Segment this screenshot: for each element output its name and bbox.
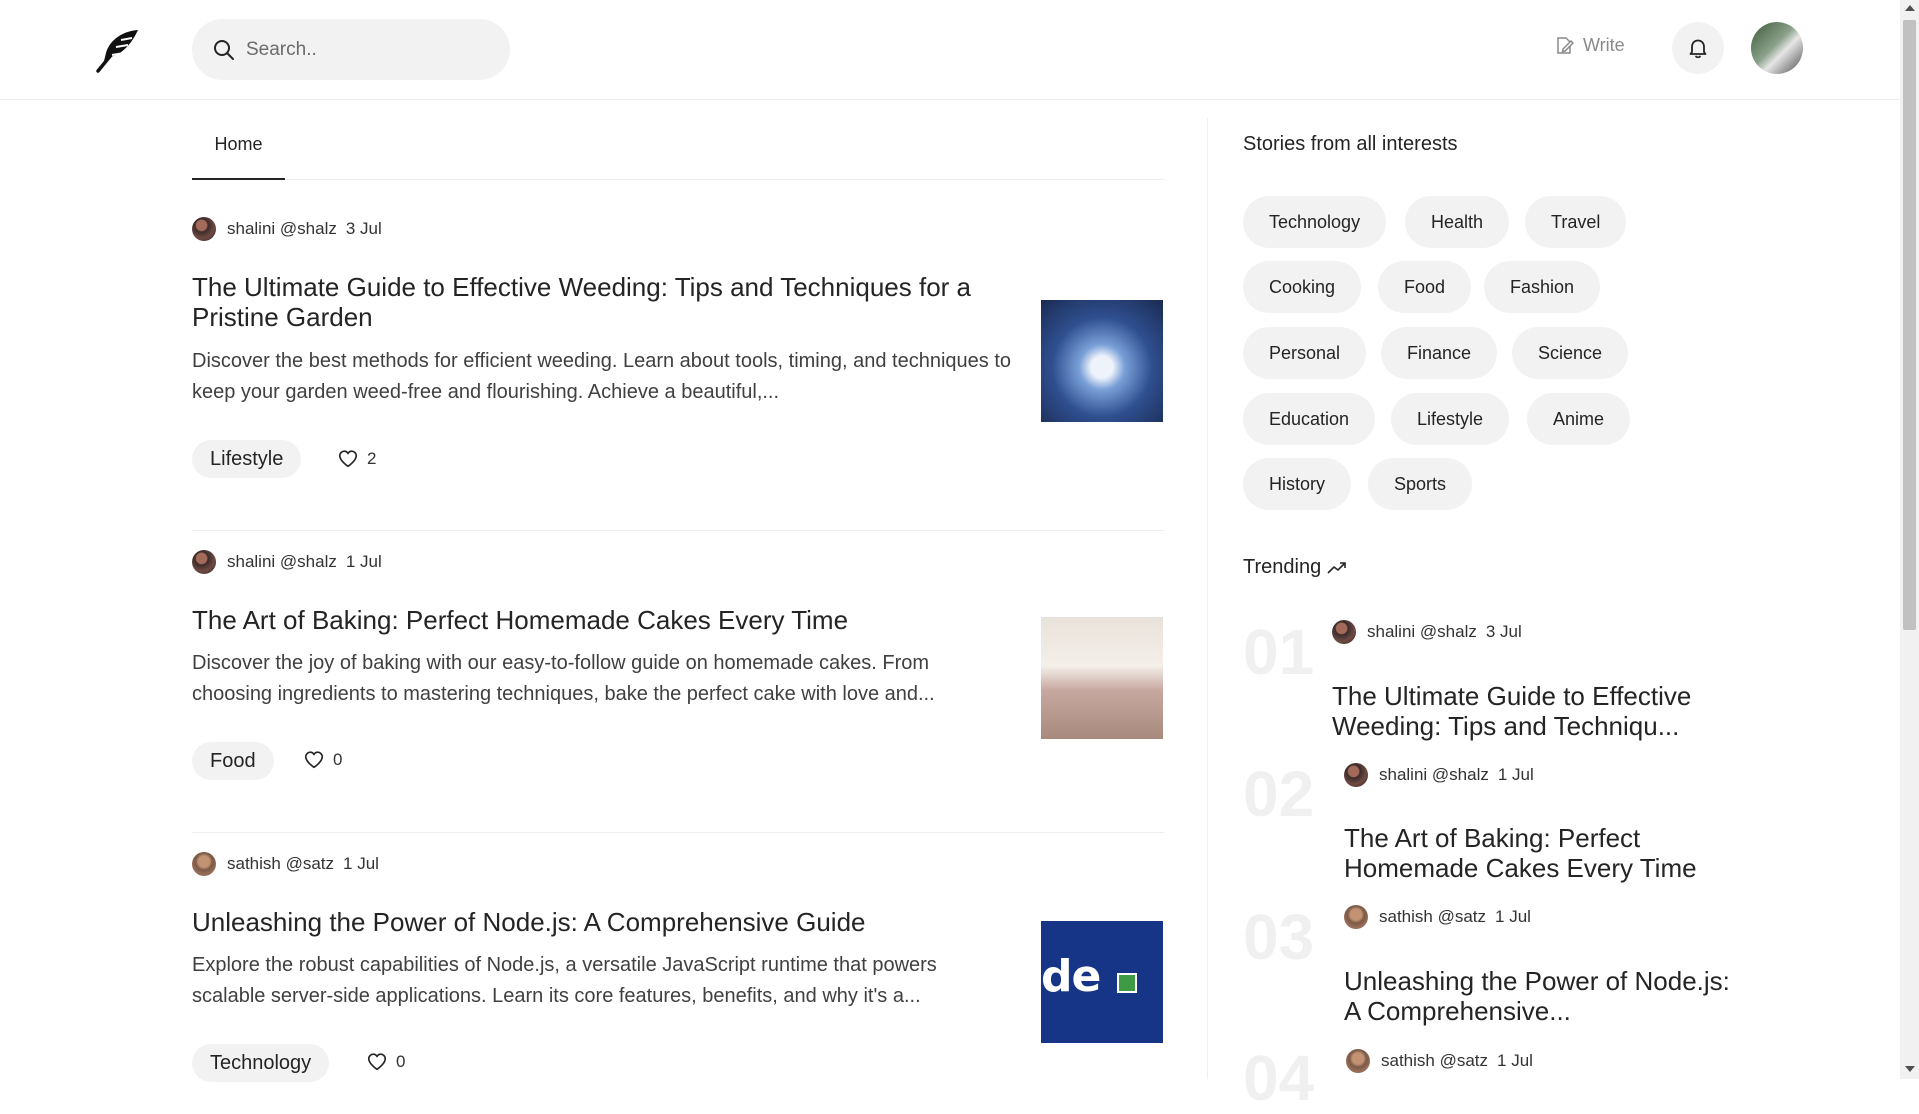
author-name[interactable]: shalini @shalz <box>227 552 337 572</box>
author-avatar[interactable] <box>192 550 216 574</box>
post-card: shalini @shalz 3 Jul The Ultimate Guide … <box>192 216 1164 478</box>
feather-logo-icon[interactable] <box>94 27 142 73</box>
author-avatar[interactable] <box>1346 1049 1370 1073</box>
interest-chip-science[interactable]: Science <box>1512 327 1629 379</box>
like-button[interactable]: 0 <box>366 1051 405 1073</box>
post-card: shalini @shalz 1 Jul The Art of Baking: … <box>192 549 1164 780</box>
post-date: 1 Jul <box>1497 1051 1533 1070</box>
author-avatar[interactable] <box>192 217 216 241</box>
notifications-button[interactable] <box>1672 22 1724 74</box>
interest-chip-travel[interactable]: Travel <box>1525 196 1627 248</box>
post-meta: sathish @satz 1 Jul <box>192 851 1164 877</box>
interest-chip-lifestyle[interactable]: Lifestyle <box>1391 393 1510 445</box>
search-bar[interactable] <box>192 19 510 80</box>
author-name[interactable]: sathish @satz <box>227 854 334 874</box>
post-title[interactable]: Unleashing the Power of Node.js: A Compr… <box>192 907 1012 937</box>
post-meta: shalini @shalz 3 Jul <box>192 216 1164 242</box>
post-tag[interactable]: Lifestyle <box>192 440 302 478</box>
post-title[interactable]: The Art of Baking: Perfect Homemade Cake… <box>192 605 1012 635</box>
like-button[interactable]: 2 <box>337 448 376 470</box>
heart-icon <box>367 1053 387 1071</box>
post-divider <box>192 832 1164 833</box>
trending-meta: shalini @shalz 3 Jul <box>1332 620 1522 644</box>
post-divider <box>192 530 1164 531</box>
like-count: 2 <box>367 449 377 468</box>
interest-chip-sports[interactable]: Sports <box>1368 458 1473 510</box>
trending-meta: sathish @satz 1 Jul <box>1346 1049 1533 1073</box>
search-icon <box>214 39 234 60</box>
user-avatar[interactable] <box>1751 22 1803 74</box>
trending-title: Trending <box>1243 556 1322 578</box>
interest-chip-personal[interactable]: Personal <box>1243 327 1367 379</box>
interest-chip-fashion[interactable]: Fashion <box>1484 261 1601 313</box>
trending-rank: 02 <box>1243 758 1315 830</box>
trending-title-link[interactable]: Unleashing the Power of Node.js: A Compr… <box>1344 966 1734 1026</box>
feed-tabs: Home <box>192 120 1164 180</box>
trending-rank: 04 <box>1243 1042 1315 1114</box>
post-meta: shalini @shalz 1 Jul <box>192 549 1164 575</box>
heart-icon <box>304 751 324 769</box>
author-avatar[interactable] <box>192 852 216 876</box>
tab-home[interactable]: Home <box>192 120 285 180</box>
post-date: 3 Jul <box>345 219 382 238</box>
post-title[interactable]: The Ultimate Guide to Effective Weeding:… <box>192 272 1012 332</box>
author-name[interactable]: sathish @satz <box>1381 1051 1488 1071</box>
interest-chip-health[interactable]: Health <box>1405 196 1510 248</box>
post-date: 1 Jul <box>1495 907 1531 926</box>
trending-heading: Trending <box>1243 556 1347 579</box>
scroll-down-icon[interactable] <box>1905 1066 1915 1072</box>
author-name[interactable]: shalini @shalz <box>227 219 337 239</box>
write-button[interactable]: Write <box>1555 35 1625 56</box>
interest-chip-education[interactable]: Education <box>1243 393 1376 445</box>
post-date: 3 Jul <box>1485 622 1522 641</box>
trending-title-link[interactable]: The Ultimate Guide to Effective Weeding:… <box>1332 681 1722 741</box>
top-header: Write <box>0 0 1900 100</box>
scrollbar-thumb[interactable] <box>1903 20 1916 630</box>
interest-chip-finance[interactable]: Finance <box>1381 327 1498 379</box>
interest-chip-food[interactable]: Food <box>1378 261 1472 313</box>
trending-up-icon <box>1327 561 1347 574</box>
thumbnail-square <box>1117 973 1137 993</box>
interest-chip-cooking[interactable]: Cooking <box>1243 261 1362 313</box>
interest-chip-history[interactable]: History <box>1243 458 1352 510</box>
interest-chip-technology[interactable]: Technology <box>1243 196 1387 248</box>
interests-title: Stories from all interests <box>1243 133 1458 155</box>
post-excerpt: Explore the robust capabilities of Node.… <box>192 954 937 1007</box>
author-avatar[interactable] <box>1344 905 1368 929</box>
thumbnail-text: de <box>1041 951 1101 1002</box>
write-label: Write <box>1583 35 1625 55</box>
post-date: 1 Jul <box>345 552 382 571</box>
author-avatar[interactable] <box>1344 763 1368 787</box>
trending-title-link[interactable]: The Art of Baking: Perfect Homemade Cake… <box>1344 823 1734 883</box>
post-tag[interactable]: Technology <box>192 1044 330 1082</box>
heart-icon <box>338 450 358 468</box>
post-thumbnail[interactable]: de <box>1041 921 1163 1043</box>
post-date: 1 Jul <box>1497 765 1534 784</box>
post-card: sathish @satz 1 Jul Unleashing the Power… <box>192 851 1164 1082</box>
author-name[interactable]: sathish @satz <box>1379 907 1486 927</box>
interest-chip-anime[interactable]: Anime <box>1527 393 1631 445</box>
page-scrollbar[interactable] <box>1900 0 1919 1079</box>
like-button[interactable]: 0 <box>303 749 342 771</box>
trending-meta: sathish @satz 1 Jul <box>1344 905 1531 929</box>
trending-meta: shalini @shalz 1 Jul <box>1344 763 1534 787</box>
post-excerpt: Discover the best methods for efficient … <box>192 350 1012 403</box>
post-date: 1 Jul <box>343 854 379 873</box>
like-count: 0 <box>396 1052 406 1071</box>
post-thumbnail[interactable] <box>1041 617 1163 739</box>
column-divider <box>1207 118 1208 1079</box>
bell-icon <box>1689 39 1707 59</box>
edit-icon <box>1557 36 1575 54</box>
scroll-up-icon[interactable] <box>1905 5 1915 11</box>
like-count: 0 <box>333 750 343 769</box>
post-tag[interactable]: Food <box>192 742 274 780</box>
author-name[interactable]: shalini @shalz <box>1379 765 1489 785</box>
search-input[interactable] <box>244 37 488 62</box>
author-avatar[interactable] <box>1332 620 1356 644</box>
author-name[interactable]: shalini @shalz <box>1367 622 1477 642</box>
trending-rank: 03 <box>1243 901 1315 973</box>
trending-rank: 01 <box>1243 616 1315 688</box>
post-excerpt: Discover the joy of baking with our easy… <box>192 652 935 705</box>
post-thumbnail[interactable] <box>1041 300 1163 422</box>
